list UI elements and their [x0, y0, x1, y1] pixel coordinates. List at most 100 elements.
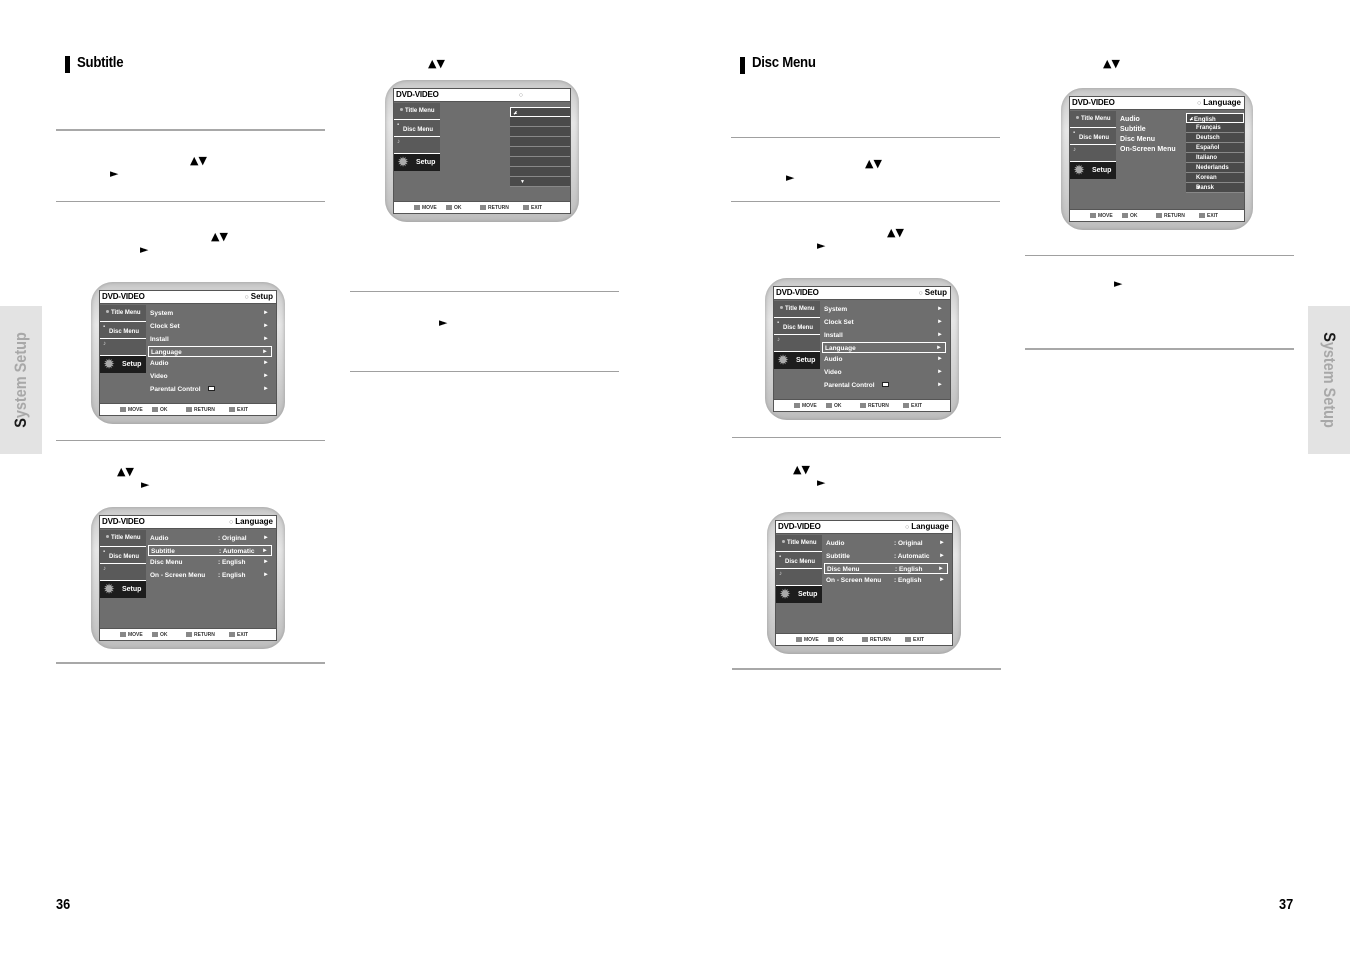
osd-menu-item-parental-control[interactable]: Parental Control ► [822, 379, 946, 392]
menu-label-subtitle[interactable]: Subtitle [1120, 125, 1176, 135]
list-item[interactable] [510, 147, 570, 157]
language-option-espanol[interactable]: Español [1186, 143, 1244, 153]
osd-nav-setup[interactable]: ✹ Setup [776, 586, 822, 603]
osd-menu-item-audio[interactable]: Audio ► [822, 353, 946, 366]
list-item[interactable] [510, 127, 570, 137]
menu-label-disc-menu[interactable]: Disc Menu [1120, 135, 1176, 145]
footer-return: RETURN [1156, 213, 1185, 219]
osd-nav-disc-menu[interactable]: ▪ Disc Menu [100, 322, 146, 339]
osd-menu-item-parental-control[interactable]: Parental Control ► [148, 383, 272, 396]
right-arrow-icon: ► [939, 577, 945, 583]
osd-menu-item-video[interactable]: Video ► [148, 370, 272, 383]
menu-label: Video [150, 373, 168, 380]
osd-mode-label: Language [1203, 98, 1241, 107]
osd-menu-item-clock-set[interactable]: Clock Set ► [148, 320, 272, 333]
language-option-italiano[interactable]: Italiano [1186, 153, 1244, 163]
osd-nav-label: Setup [122, 361, 142, 368]
osd-nav-setup[interactable]: ✹ Setup [774, 352, 820, 369]
osd-nav-function[interactable]: ♪ [100, 339, 146, 356]
osd-menu-item-system[interactable]: System ► [822, 303, 946, 316]
osd-menu-item-subtitle[interactable]: Subtitle: Automatic ► [824, 550, 948, 563]
osd-menu-item-audio[interactable]: Audio: Original ► [824, 537, 948, 550]
list-item[interactable] [510, 137, 570, 147]
right-arrow-icon: ► [263, 323, 269, 329]
footer-return: RETURN [860, 403, 889, 409]
osd-nav-title-menu[interactable]: Title Menu [100, 530, 146, 547]
osd-nav-title-menu[interactable]: Title Menu [1070, 111, 1116, 128]
osd-nav-disc-menu[interactable]: ▪ Disc Menu [776, 552, 822, 569]
footer-move: MOVE [1090, 213, 1113, 219]
osd-nav-setup[interactable]: ✹ Setup [100, 356, 146, 373]
menu-label: Language [151, 349, 182, 356]
list-item[interactable] [510, 117, 570, 127]
osd-nav-disc-menu[interactable]: ▪ Disc Menu [1070, 128, 1116, 145]
list-item-selected[interactable]: ✓ ▲ [510, 107, 570, 117]
page-number-right: 37 [1279, 896, 1294, 913]
footer-label: RETURN [488, 205, 509, 211]
menu-label: Video [824, 369, 842, 376]
osd-nav-function[interactable]: ♪ [1070, 145, 1116, 162]
osd-menu-item-subtitle[interactable]: Subtitle: Automatic ► [148, 545, 272, 556]
right-arrow-icon: ► [263, 360, 269, 366]
osd-nav-title-menu[interactable]: Title Menu [394, 103, 440, 120]
scroll-up-icon[interactable]: ▲ [1189, 116, 1240, 122]
osd-menu-item-install[interactable]: Install ► [822, 329, 946, 342]
osd-nav-title-menu[interactable]: Title Menu [776, 535, 822, 552]
list-item[interactable] [510, 167, 570, 177]
scroll-down-icon[interactable]: ▼ [520, 179, 569, 185]
language-option-deutsch[interactable]: Deutsch [1186, 133, 1244, 143]
circle-icon: ○ [244, 294, 249, 301]
option-label: Nederlands [1196, 165, 1229, 171]
osd-nav-function[interactable]: ♪ [776, 569, 822, 586]
function-icon: ♪ [103, 341, 106, 347]
right-arrow-icon: ► [817, 239, 826, 252]
osd-menu-item-disc-menu[interactable]: Disc Menu: English ► [148, 556, 272, 569]
osd-menu-item-video[interactable]: Video ► [822, 366, 946, 379]
osd-nav-function[interactable]: ♪ [394, 137, 440, 154]
osd-menu-item-on-screen-menu[interactable]: On - Screen Menu: English ► [824, 574, 948, 587]
osd-menu-item-system[interactable]: System ► [148, 307, 272, 320]
scroll-up-icon[interactable]: ▲ [513, 110, 568, 116]
osd-nav-function[interactable]: ♪ [774, 335, 820, 352]
osd-footer: MOVE OK RETURN EXIT [100, 403, 276, 415]
right-arrow-icon: ► [937, 306, 943, 312]
osd-nav-disc-menu[interactable]: ▪ Disc Menu [774, 318, 820, 335]
osd-menu-item-install[interactable]: Install ► [148, 333, 272, 346]
menu-label-on-screen-menu[interactable]: On-Screen Menu [1120, 145, 1176, 155]
list-item[interactable] [510, 157, 570, 167]
osd-nav-setup[interactable]: ✹ Setup [100, 581, 146, 598]
footer-return: RETURN [186, 632, 215, 638]
osd-nav-title-menu[interactable]: Title Menu [100, 305, 146, 322]
osd-footer: MOVE OK RETURN EXIT [1070, 209, 1244, 221]
list-item[interactable]: ▼ [510, 177, 570, 187]
osd-menu-item-language[interactable]: Language ► [822, 342, 946, 353]
osd-screen: DVD-VIDEO ○ Language Title Menu ▪ Disc Men… [775, 520, 953, 646]
osd-nav-function[interactable]: ♪ [100, 564, 146, 581]
language-option-francais[interactable]: Français [1186, 123, 1244, 133]
osd-menu-item-language[interactable]: Language ► [148, 346, 272, 357]
language-option-english[interactable]: ✓English ▲ [1186, 113, 1244, 123]
section-title-bar [740, 57, 745, 74]
osd-footer: MOVE OK RETURN EXIT [776, 633, 952, 645]
osd-nav-label: Setup [798, 591, 818, 598]
osd-nav-title-menu[interactable]: Title Menu [774, 301, 820, 318]
osd-menu-item-disc-menu[interactable]: Disc Menu: English ► [824, 563, 948, 574]
osd-nav-disc-menu[interactable]: ▪ Disc Menu [100, 547, 146, 564]
osd-nav-setup[interactable]: ✹ Setup [394, 154, 440, 171]
right-arrow-icon: ► [263, 535, 269, 541]
language-option-dansk[interactable]: Dansk ▼ [1186, 183, 1244, 193]
right-arrow-icon: ► [939, 553, 945, 559]
side-tab-label: System Setup [11, 325, 31, 436]
menu-label-audio[interactable]: Audio [1120, 115, 1176, 125]
osd-menu-item-audio[interactable]: Audio: Original ► [148, 532, 272, 545]
scroll-down-icon[interactable]: ▼ [1196, 185, 1241, 191]
osd-menu-item-on-screen-menu[interactable]: On - Screen Menu: English ► [148, 569, 272, 582]
language-option-korean[interactable]: Korean [1186, 173, 1244, 183]
osd-menu-item-clock-set[interactable]: Clock Set ► [822, 316, 946, 329]
osd-nav-disc-menu[interactable]: ▪ Disc Menu [394, 120, 440, 137]
language-option-nederlands[interactable]: Nederlands [1186, 163, 1244, 173]
osd-nav-setup[interactable]: ✹ Setup [1070, 162, 1116, 179]
divider [56, 129, 325, 131]
osd-menu-item-audio[interactable]: Audio ► [148, 357, 272, 370]
return-icon [186, 407, 192, 412]
